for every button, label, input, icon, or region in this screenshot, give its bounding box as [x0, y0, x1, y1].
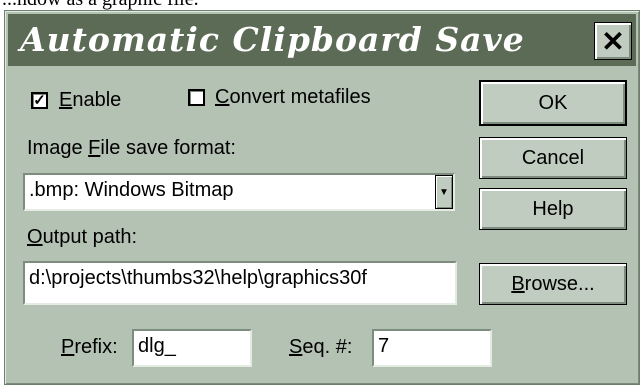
enable-label[interactable]: Enable — [59, 89, 121, 112]
enable-checkbox[interactable]: ✓ — [31, 92, 48, 109]
prefix-label: Prefix: — [61, 336, 118, 358]
ok-button[interactable]: OK — [479, 80, 627, 126]
format-label: Image File save format: — [27, 137, 236, 159]
cancel-button[interactable]: Cancel — [479, 137, 627, 179]
prefix-input[interactable]: dlg_ — [132, 329, 252, 367]
seq-label: Seq. #: — [289, 336, 353, 358]
format-dropdown[interactable]: .bmp: Windows Bitmap ▼ — [23, 173, 455, 211]
format-selected-value: .bmp: Windows Bitmap — [29, 179, 234, 201]
output-path-input[interactable]: d:\projects\thumbs32\help\graphics30f — [23, 261, 457, 305]
browse-button[interactable]: Browse... — [479, 263, 627, 305]
seq-input[interactable]: 7 — [372, 329, 492, 367]
window-title: Automatic Clipboard Save — [20, 20, 525, 59]
seq-value: 7 — [378, 335, 390, 357]
convert-metafiles-checkbox[interactable] — [188, 89, 205, 106]
output-path-label: Output path: — [27, 226, 138, 248]
caption-text: ...ndow as a graphic file. — [2, 0, 199, 10]
convert-metafiles-label[interactable]: Convert metafiles — [215, 86, 371, 109]
check-icon: ✓ — [33, 92, 46, 109]
help-button[interactable]: Help — [479, 188, 627, 230]
close-button[interactable]: ✕ — [594, 22, 632, 60]
dropdown-arrow-button[interactable]: ▼ — [435, 175, 453, 209]
prefix-value: dlg_ — [138, 335, 176, 357]
title-bar[interactable]: Automatic Clipboard Save ✕ — [8, 14, 636, 66]
chevron-down-icon: ▼ — [439, 186, 449, 198]
close-icon: ✕ — [601, 25, 625, 57]
output-path-value: d:\projects\thumbs32\help\graphics30f — [29, 267, 367, 289]
automatic-clipboard-save-dialog: Automatic Clipboard Save ✕ ✓ Enable Conv… — [4, 10, 640, 385]
